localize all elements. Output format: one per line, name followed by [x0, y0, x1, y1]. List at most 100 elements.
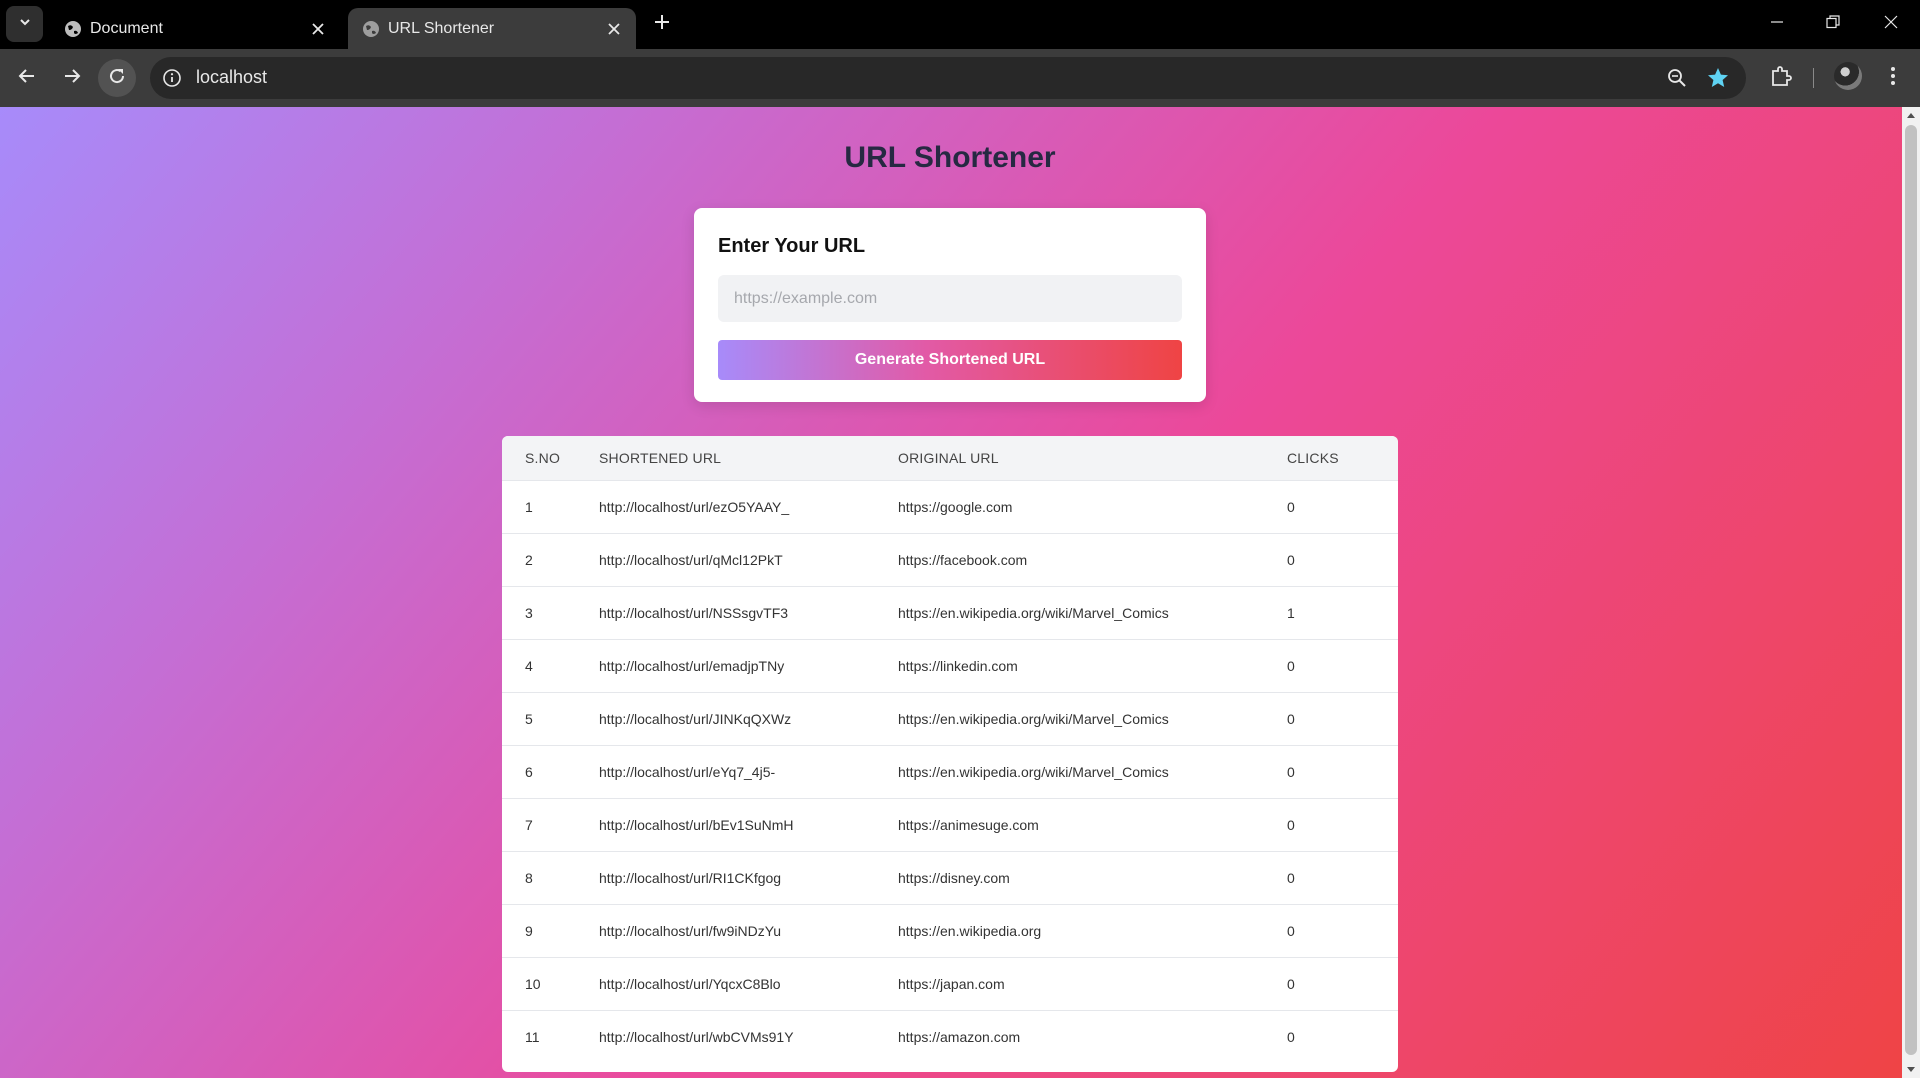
- cell-sno: 8: [525, 869, 533, 886]
- cell-original-url: https://animesuge.com: [898, 816, 1039, 833]
- cell-clicks: 0: [1287, 657, 1295, 674]
- close-icon[interactable]: [308, 19, 328, 39]
- puzzle-icon: [1770, 65, 1792, 92]
- browser-toolbar: localhost: [0, 49, 1920, 107]
- cell-original-url: https://linkedin.com: [898, 657, 1018, 674]
- close-icon[interactable]: [604, 19, 624, 39]
- cell-shortened-url[interactable]: http://localhost/url/wbCVMs91Y: [599, 1010, 898, 1063]
- minimize-button[interactable]: [1757, 8, 1797, 40]
- new-tab-button[interactable]: [650, 10, 674, 38]
- scroll-down-arrow[interactable]: [1907, 1067, 1915, 1072]
- cell-original-url: https://en.wikipedia.org/wiki/Marvel_Com…: [898, 763, 1169, 780]
- cell-clicks: 0: [1287, 816, 1295, 833]
- cell-clicks: 0: [1287, 869, 1295, 886]
- table-row: 8 http://localhost/url/RI1CKfgog https://d…: [502, 851, 1398, 904]
- cell-sno: 10: [525, 975, 541, 992]
- cell-sno: 9: [525, 922, 533, 939]
- cell-clicks: 0: [1287, 763, 1295, 780]
- table-row: 7 http://localhost/url/bEv1SuNmH https://a…: [502, 798, 1398, 851]
- address-bar[interactable]: localhost: [150, 57, 1746, 99]
- cell-shortened-url[interactable]: http://localhost/url/fw9iNDzYu: [599, 904, 898, 957]
- cell-original-url: https://disney.com: [898, 869, 1010, 886]
- close-window-button[interactable]: [1871, 8, 1911, 40]
- scrollbar-thumb[interactable]: [1905, 125, 1917, 1055]
- cell-shortened-url[interactable]: http://localhost/url/emadjpTNy: [599, 639, 898, 692]
- reload-icon: [108, 67, 126, 90]
- tab-search-button[interactable]: [6, 6, 43, 42]
- bookmark-star-icon[interactable]: [1706, 66, 1730, 90]
- page-title: URL Shortener: [844, 141, 1056, 174]
- profile-avatar[interactable]: [1834, 62, 1862, 90]
- cell-original-url: https://facebook.com: [898, 551, 1028, 568]
- url-form-card: Enter Your URL Generate Shortened URL: [694, 208, 1206, 402]
- chevron-down-icon: [18, 15, 32, 34]
- url-table: S.NO SHORTENED URL ORIGINAL URL CLICKS 1…: [502, 436, 1398, 1072]
- restore-button[interactable]: [1813, 8, 1853, 40]
- cell-sno: 7: [525, 816, 533, 833]
- plus-icon: [654, 14, 670, 35]
- header-sno: S.NO: [525, 449, 561, 466]
- restore-icon: [1826, 14, 1840, 34]
- globe-icon: [362, 20, 380, 38]
- page-viewport: URL Shortener Enter Your URL Generate Sh…: [0, 107, 1920, 1078]
- tab-title: URL Shortener: [388, 20, 495, 37]
- menu-button[interactable]: [1878, 63, 1908, 93]
- zoom-icon[interactable]: [1666, 67, 1688, 89]
- cell-clicks: 0: [1287, 922, 1295, 939]
- table-row: 10 http://localhost/url/YqcxC8Blo https://…: [502, 957, 1398, 1010]
- more-vertical-icon: [1890, 66, 1896, 91]
- cell-shortened-url[interactable]: http://localhost/url/eYq7_4j5-: [599, 745, 898, 798]
- scrollbar[interactable]: [1902, 107, 1920, 1078]
- cell-original-url: https://google.com: [898, 498, 1013, 515]
- toolbar-divider: [1813, 68, 1814, 88]
- cell-clicks: 0: [1287, 710, 1295, 727]
- cell-clicks: 0: [1287, 975, 1295, 992]
- cell-clicks: 1: [1287, 604, 1295, 621]
- cell-shortened-url[interactable]: http://localhost/url/JINKqQXWz: [599, 692, 898, 745]
- cell-sno: 5: [525, 710, 533, 727]
- cell-clicks: 0: [1287, 551, 1295, 568]
- form-heading: Enter Your URL: [718, 235, 866, 257]
- header-original-url: ORIGINAL URL: [898, 449, 999, 466]
- cell-original-url: https://en.wikipedia.org/wiki/Marvel_Com…: [898, 604, 1169, 621]
- globe-icon: [64, 20, 82, 38]
- cell-shortened-url[interactable]: http://localhost/url/NSSsgvTF3: [599, 586, 898, 639]
- info-icon[interactable]: [162, 68, 182, 88]
- cell-shortened-url[interactable]: http://localhost/url/bEv1SuNmH: [599, 798, 898, 851]
- header-clicks: CLICKS: [1287, 449, 1339, 466]
- cell-original-url: https://en.wikipedia.org/wiki/Marvel_Com…: [898, 710, 1169, 727]
- table-row: 1 http://localhost/url/ezO5YAAY_ https://g…: [502, 480, 1398, 533]
- extensions-button[interactable]: [1766, 63, 1796, 93]
- tab-url-shortener[interactable]: URL Shortener: [348, 8, 636, 49]
- table-row: 6 http://localhost/url/eYq7_4j5- https://e…: [502, 745, 1398, 798]
- scroll-up-arrow[interactable]: [1907, 113, 1915, 118]
- tab-document[interactable]: Document: [50, 8, 340, 49]
- cell-original-url: https://en.wikipedia.org: [898, 922, 1042, 939]
- table-row: 2 http://localhost/url/qMcl12PkT https://f…: [502, 533, 1398, 586]
- cell-shortened-url[interactable]: http://localhost/url/YqcxC8Blo: [599, 957, 898, 1010]
- address-text: localhost: [196, 67, 268, 87]
- forward-button[interactable]: [53, 59, 91, 97]
- tab-title: Document: [90, 20, 163, 37]
- cell-shortened-url[interactable]: http://localhost/url/qMcl12PkT: [599, 533, 898, 586]
- cell-sno: 6: [525, 763, 533, 780]
- cell-shortened-url[interactable]: http://localhost/url/RI1CKfgog: [599, 851, 898, 904]
- header-shortened-url: SHORTENED URL: [599, 449, 722, 466]
- close-icon: [1884, 15, 1898, 34]
- cell-shortened-url[interactable]: http://localhost/url/ezO5YAAY_: [599, 480, 898, 533]
- cell-clicks: 0: [1287, 1028, 1295, 1045]
- arrow-right-icon: [63, 67, 81, 90]
- reload-button[interactable]: [98, 59, 136, 97]
- cell-sno: 11: [525, 1028, 540, 1045]
- tab-strip: Document URL Shortener: [0, 0, 1920, 49]
- generate-button[interactable]: Generate Shortened URL: [718, 340, 1182, 380]
- back-button[interactable]: [8, 59, 46, 97]
- table-row: 3 http://localhost/url/NSSsgvTF3 https://e…: [502, 586, 1398, 639]
- url-input[interactable]: [718, 275, 1182, 322]
- cell-sno: 4: [525, 657, 533, 674]
- table-header-row: S.NO SHORTENED URL ORIGINAL URL CLICKS: [502, 436, 1398, 480]
- table-row: 9 http://localhost/url/fw9iNDzYu https://e…: [502, 904, 1398, 957]
- table-row: 5 http://localhost/url/JINKqQXWz https://e…: [502, 692, 1398, 745]
- cell-original-url: https://amazon.com: [898, 1028, 1021, 1045]
- table-row: 4 http://localhost/url/emadjpTNy https://l…: [502, 639, 1398, 692]
